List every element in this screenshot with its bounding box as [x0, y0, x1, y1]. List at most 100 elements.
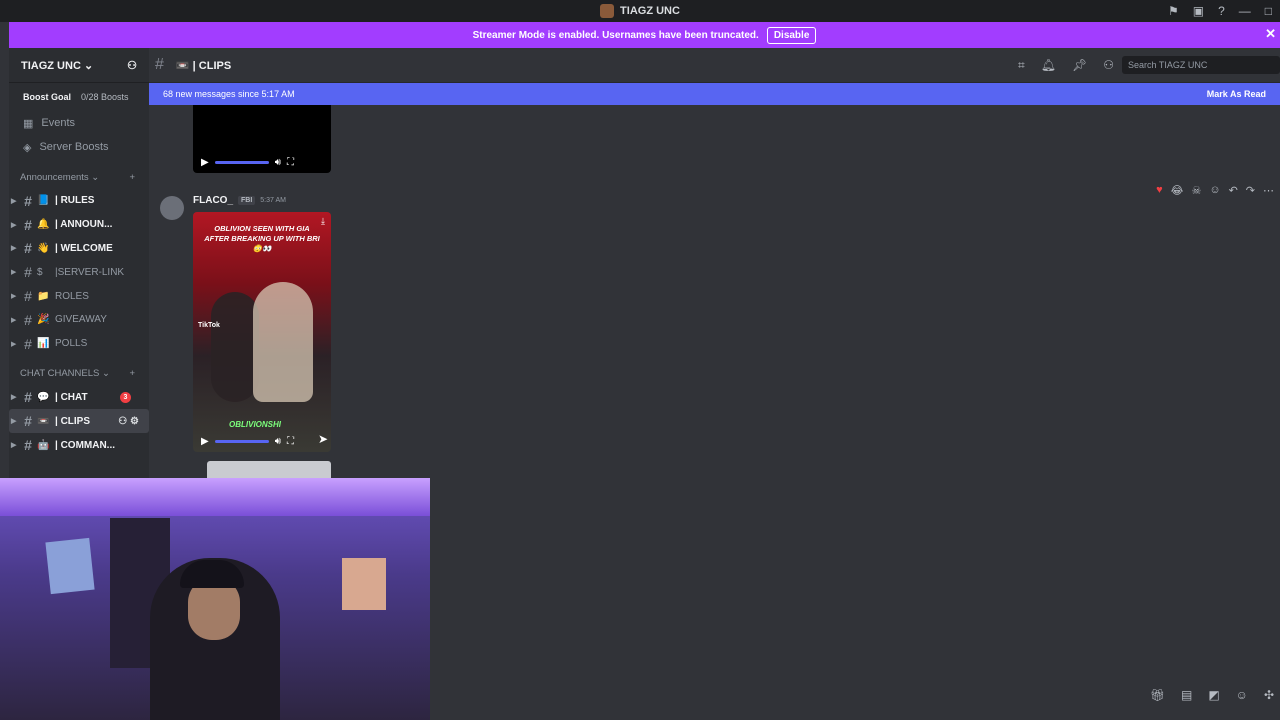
channel-name: | RULES [55, 195, 95, 207]
emoji-icon[interactable]: ☺ [1236, 688, 1248, 702]
channel-item[interactable]: ▶ # 🎉 GIVEAWAY [9, 308, 149, 332]
apps-icon[interactable]: ✣ [1264, 688, 1274, 702]
channel-emoji: 👋 [37, 242, 50, 254]
hash-icon: # [24, 389, 32, 406]
channel-emoji: 📘 [37, 195, 50, 207]
channel-header: # 📼 | CLIPS ⌗ 🔔︎ 📌︎ ⚇ Search TIAGZ UNC [149, 48, 1280, 83]
add-reaction-icon[interactable]: ☺ [1209, 184, 1220, 197]
reply-icon[interactable]: ↶ [1229, 184, 1238, 197]
category-label: CHAT CHANNELS [20, 368, 100, 380]
gif-icon[interactable]: ▤ [1181, 688, 1192, 702]
fullscreen-icon[interactable]: ⛶ [287, 157, 294, 168]
boost-goal[interactable]: Boost Goal 0/28 Boosts [9, 83, 149, 111]
channel-item[interactable]: ▶ # 🔔 | ANNOUN... [9, 213, 149, 237]
events-item[interactable]: ▦ Events [9, 111, 149, 135]
more-icon[interactable]: ⋯ [1263, 184, 1274, 197]
channel-item[interactable]: ▶ # $ |SERVER-LINK [9, 260, 149, 284]
close-icon[interactable]: ✕ [1265, 26, 1276, 42]
hash-icon: # [24, 311, 32, 328]
gift-icon[interactable]: 🎁︎ [1150, 688, 1165, 702]
channel-item[interactable]: ▶ # 💬 | CHAT 3 [9, 386, 149, 410]
video-attachment-previous[interactable]: ▶ 🔊︎ ⛶ [193, 105, 331, 173]
server-logo-icon [600, 4, 615, 18]
channel-item[interactable]: ▶ # 📊 POLLS [9, 332, 149, 356]
boost-count: 0/28 Boosts [81, 92, 129, 102]
channel-emoji: 📊 [37, 338, 50, 350]
channel-emoji: $ [37, 266, 43, 278]
channel-name: | CLIPS [55, 415, 91, 427]
channel-item[interactable]: ▶ # 📘 | RULES [9, 189, 149, 213]
members-icon[interactable]: ⚇ [1103, 58, 1114, 73]
play-icon[interactable]: ▶ [201, 157, 209, 168]
skull-reaction-icon[interactable]: ☠ [1191, 184, 1201, 197]
minimize-icon[interactable]: — [1239, 4, 1251, 18]
avatar[interactable] [160, 196, 184, 220]
chevron-right-icon: ▶ [11, 418, 17, 426]
channel-name: | COMMAN... [55, 439, 116, 451]
mark-as-read-button[interactable]: Mark As Read [1207, 89, 1266, 99]
category-announcements[interactable]: Announcements ⌄ + [9, 165, 149, 189]
add-member-icon[interactable]: ⚇ [127, 59, 137, 72]
chevron-right-icon: ▶ [11, 340, 17, 348]
chevron-right-icon: ▶ [11, 197, 17, 205]
bell-icon[interactable]: 🔔︎ [1041, 58, 1056, 73]
channel-emoji: 🔔 [37, 219, 50, 231]
author-name[interactable]: FLACO_ [193, 195, 233, 206]
server-header[interactable]: TIAGZ UNC ⌄ ⚇ [9, 48, 149, 83]
volume-slider[interactable] [214, 439, 269, 443]
volume-slider[interactable] [214, 160, 269, 164]
volume-icon[interactable]: 🔊︎ [275, 436, 281, 447]
gear-icon[interactable]: ⚇ ⚙ [118, 416, 139, 427]
download-icon[interactable]: ⤓ [321, 216, 325, 227]
server-boosts-item[interactable]: ◈ Server Boosts [9, 135, 149, 159]
hash-icon: # [155, 56, 164, 73]
hash-icon: # [24, 216, 32, 233]
channel-item[interactable]: ▶ # 👋 | WELCOME [9, 237, 149, 261]
disable-streamer-button[interactable]: Disable [766, 26, 817, 44]
play-icon[interactable]: ▶ [201, 436, 209, 447]
title-bar: TIAGZ UNC ⚑ ▣ ? — □ [0, 0, 1280, 22]
heart-reaction-icon[interactable]: ♥ [1156, 184, 1163, 197]
chevron-right-icon: ▶ [11, 269, 17, 277]
channel-item[interactable]: ▶ # 🤖 | COMMAN... [9, 433, 149, 457]
add-channel-icon[interactable]: + [129, 368, 135, 379]
channel-emoji: 🎉 [37, 314, 50, 326]
unread-badge: 3 [120, 391, 131, 403]
channel-emoji: 📁 [37, 290, 50, 302]
hash-icon: # [24, 288, 32, 305]
channel-item[interactable]: ▶ # 📼 | CLIPS ⚇ ⚙ [9, 409, 149, 434]
category-chat-channels[interactable]: CHAT CHANNELS ⌄ + [9, 362, 149, 386]
laugh-reaction-icon[interactable]: 😂︎ [1171, 184, 1184, 197]
maximize-icon[interactable]: □ [1265, 4, 1272, 18]
new-messages-bar[interactable]: 68 new messages since 5:17 AM Mark As Re… [149, 83, 1280, 105]
add-channel-icon[interactable]: + [129, 172, 135, 183]
streamer-mode-text: Streamer Mode is enabled. Usernames have… [472, 29, 759, 41]
screen-share-icon[interactable]: ▣ [1193, 4, 1204, 18]
role-tag: FBI [238, 196, 256, 205]
threads-icon[interactable]: ⌗ [1018, 58, 1025, 73]
fullscreen-icon[interactable]: ⛶ [287, 436, 294, 447]
pin-icon[interactable]: 📌︎ [1072, 58, 1087, 73]
flag-icon[interactable]: ⚑ [1168, 4, 1179, 18]
search-input[interactable]: Search TIAGZ UNC [1122, 56, 1280, 74]
sticker-icon[interactable]: ◩ [1208, 688, 1219, 702]
events-label: Events [41, 117, 76, 129]
video-attachment[interactable]: OBLIVION SEEN WITH GIA AFTER BREAKING UP… [193, 212, 331, 452]
volume-icon[interactable]: 🔊︎ [275, 157, 281, 168]
server-boosts-label: Server Boosts [39, 141, 109, 153]
channel-emoji: 🤖 [37, 439, 50, 451]
streamer-mode-banner: Streamer Mode is enabled. Usernames have… [9, 22, 1280, 48]
channel-item[interactable]: ▶ # 📁 ROLES [9, 284, 149, 308]
channel-name: ROLES [55, 290, 89, 302]
chevron-right-icon: ▶ [11, 221, 17, 229]
video-attachment-next[interactable] [207, 461, 331, 478]
channel-title: 📼 | CLIPS [175, 59, 232, 72]
help-icon[interactable]: ? [1218, 4, 1225, 18]
channel-emoji: 💬 [37, 391, 50, 403]
forward-icon[interactable]: ↷ [1246, 184, 1255, 197]
window-title: TIAGZ UNC [620, 5, 680, 17]
channel-name: | CHAT [55, 391, 88, 403]
calendar-icon: ▦ [23, 117, 34, 130]
mouse-cursor-icon: ➤ [318, 432, 329, 446]
chevron-right-icon: ▶ [11, 293, 17, 301]
